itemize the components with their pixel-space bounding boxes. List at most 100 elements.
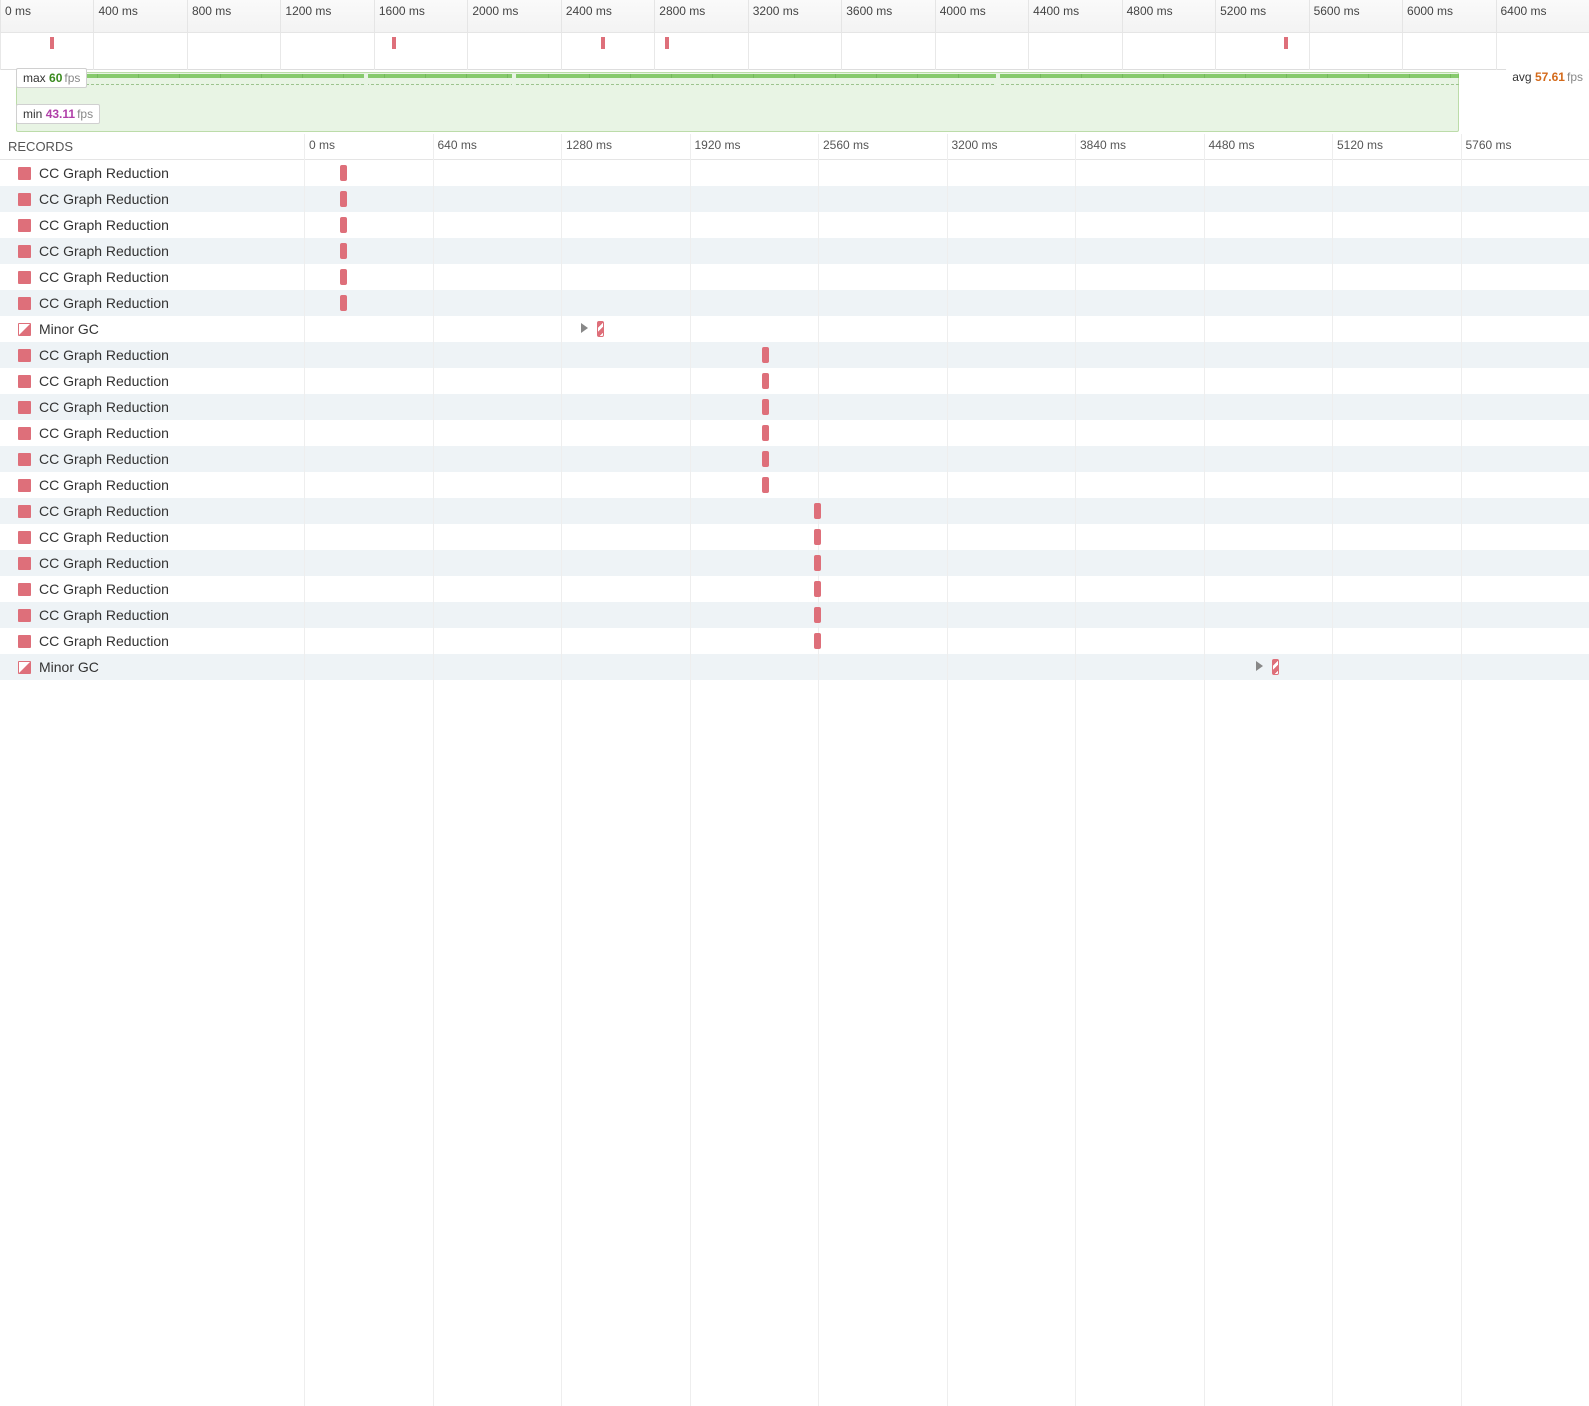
overview-tick: 800 ms (187, 0, 280, 32)
record-row[interactable]: CC Graph Reduction (0, 160, 1589, 186)
record-row[interactable]: Minor GC (0, 316, 1589, 342)
record-bar[interactable] (340, 269, 347, 285)
overview-marker[interactable] (1284, 37, 1288, 49)
record-name: CC Graph Reduction (39, 633, 169, 649)
overview-tick: 3600 ms (841, 0, 934, 32)
fps-fill-area (16, 72, 1459, 132)
record-row[interactable]: CC Graph Reduction (0, 368, 1589, 394)
record-bar[interactable] (814, 555, 821, 571)
record-bar[interactable] (762, 373, 769, 389)
record-name: CC Graph Reduction (39, 373, 169, 389)
record-row[interactable]: CC Graph Reduction (0, 576, 1589, 602)
overview-tick: 1200 ms (280, 0, 373, 32)
record-bar[interactable] (1272, 659, 1279, 675)
cc-swatch-icon (18, 557, 31, 570)
record-row[interactable]: CC Graph Reduction (0, 602, 1589, 628)
overview-tick: 0 ms (0, 0, 93, 32)
record-bar[interactable] (814, 581, 821, 597)
record-name: CC Graph Reduction (39, 217, 169, 233)
overview-marker[interactable] (392, 37, 396, 49)
fps-min-text: min (23, 107, 42, 121)
overview-tick: 5200 ms (1215, 0, 1308, 32)
record-bar[interactable] (814, 607, 821, 623)
record-name: CC Graph Reduction (39, 451, 169, 467)
record-row[interactable]: CC Graph Reduction (0, 550, 1589, 576)
records-header: RECORDS 0 ms640 ms1280 ms1920 ms2560 ms3… (0, 134, 1589, 160)
cc-swatch-icon (18, 635, 31, 648)
cc-swatch-icon (18, 401, 31, 414)
cc-swatch-icon (18, 297, 31, 310)
record-row[interactable]: CC Graph Reduction (0, 446, 1589, 472)
record-bar[interactable] (340, 191, 347, 207)
records-ruler[interactable]: 0 ms640 ms1280 ms1920 ms2560 ms3200 ms38… (304, 134, 1589, 159)
fps-avg-text: avg (1512, 70, 1531, 84)
fps-avg-line (16, 84, 1459, 85)
record-row[interactable]: CC Graph Reduction (0, 524, 1589, 550)
overview-tick: 2400 ms (561, 0, 654, 32)
fps-line (16, 74, 1459, 78)
record-bar[interactable] (762, 477, 769, 493)
record-name: CC Graph Reduction (39, 191, 169, 207)
record-name: CC Graph Reduction (39, 347, 169, 363)
record-bar[interactable] (762, 451, 769, 467)
overview-timeline[interactable]: 0 ms400 ms800 ms1200 ms1600 ms2000 ms240… (0, 0, 1589, 70)
record-bar[interactable] (814, 503, 821, 519)
record-row[interactable]: CC Graph Reduction (0, 264, 1589, 290)
fps-max-text: max (23, 71, 46, 85)
fps-unit: fps (1567, 70, 1583, 84)
overview-marker[interactable] (601, 37, 605, 49)
overview-tick: 2800 ms (654, 0, 747, 32)
record-name: CC Graph Reduction (39, 243, 169, 259)
record-row[interactable]: CC Graph Reduction (0, 420, 1589, 446)
record-bar[interactable] (340, 217, 347, 233)
expand-icon[interactable] (581, 323, 588, 333)
record-row[interactable]: CC Graph Reduction (0, 290, 1589, 316)
record-row[interactable]: Minor GC (0, 654, 1589, 680)
overview-tick: 400 ms (93, 0, 186, 32)
record-name: Minor GC (39, 659, 99, 675)
record-bar[interactable] (814, 633, 821, 649)
record-bar[interactable] (814, 529, 821, 545)
record-row[interactable]: CC Graph Reduction (0, 238, 1589, 264)
record-row[interactable]: CC Graph Reduction (0, 212, 1589, 238)
overview-tick: 3200 ms (748, 0, 841, 32)
record-name: CC Graph Reduction (39, 503, 169, 519)
record-row[interactable]: CC Graph Reduction (0, 342, 1589, 368)
gc-swatch-icon (18, 323, 31, 336)
fps-unit: fps (77, 107, 93, 121)
record-row[interactable]: CC Graph Reduction (0, 394, 1589, 420)
fps-avg-value: 57.61 (1535, 70, 1565, 84)
record-row[interactable]: CC Graph Reduction (0, 498, 1589, 524)
record-bar[interactable] (762, 425, 769, 441)
overview-marker[interactable] (665, 37, 669, 49)
record-name: CC Graph Reduction (39, 165, 169, 181)
cc-swatch-icon (18, 609, 31, 622)
record-bar[interactable] (340, 243, 347, 259)
fps-graph[interactable]: max 60fps min 43.11fps avg 57.61fps (16, 70, 1589, 134)
fps-min-value: 43.11 (46, 107, 75, 121)
record-name: CC Graph Reduction (39, 607, 169, 623)
overview-tick: 1600 ms (374, 0, 467, 32)
record-name: CC Graph Reduction (39, 295, 169, 311)
record-name: Minor GC (39, 321, 99, 337)
record-name: CC Graph Reduction (39, 581, 169, 597)
overview-marker[interactable] (50, 37, 54, 49)
record-name: CC Graph Reduction (39, 555, 169, 571)
cc-swatch-icon (18, 505, 31, 518)
overview-tick: 4800 ms (1122, 0, 1215, 32)
record-bar[interactable] (597, 321, 604, 337)
record-row[interactable]: CC Graph Reduction (0, 472, 1589, 498)
record-row[interactable]: CC Graph Reduction (0, 628, 1589, 654)
record-bar[interactable] (762, 347, 769, 363)
cc-swatch-icon (18, 479, 31, 492)
record-bar[interactable] (762, 399, 769, 415)
record-row[interactable]: CC Graph Reduction (0, 186, 1589, 212)
record-bar[interactable] (340, 295, 347, 311)
cc-swatch-icon (18, 271, 31, 284)
overview-tick: 6400 ms (1496, 0, 1589, 32)
fps-unit: fps (64, 71, 80, 85)
record-name: CC Graph Reduction (39, 529, 169, 545)
cc-swatch-icon (18, 193, 31, 206)
record-bar[interactable] (340, 165, 347, 181)
expand-icon[interactable] (1256, 661, 1263, 671)
